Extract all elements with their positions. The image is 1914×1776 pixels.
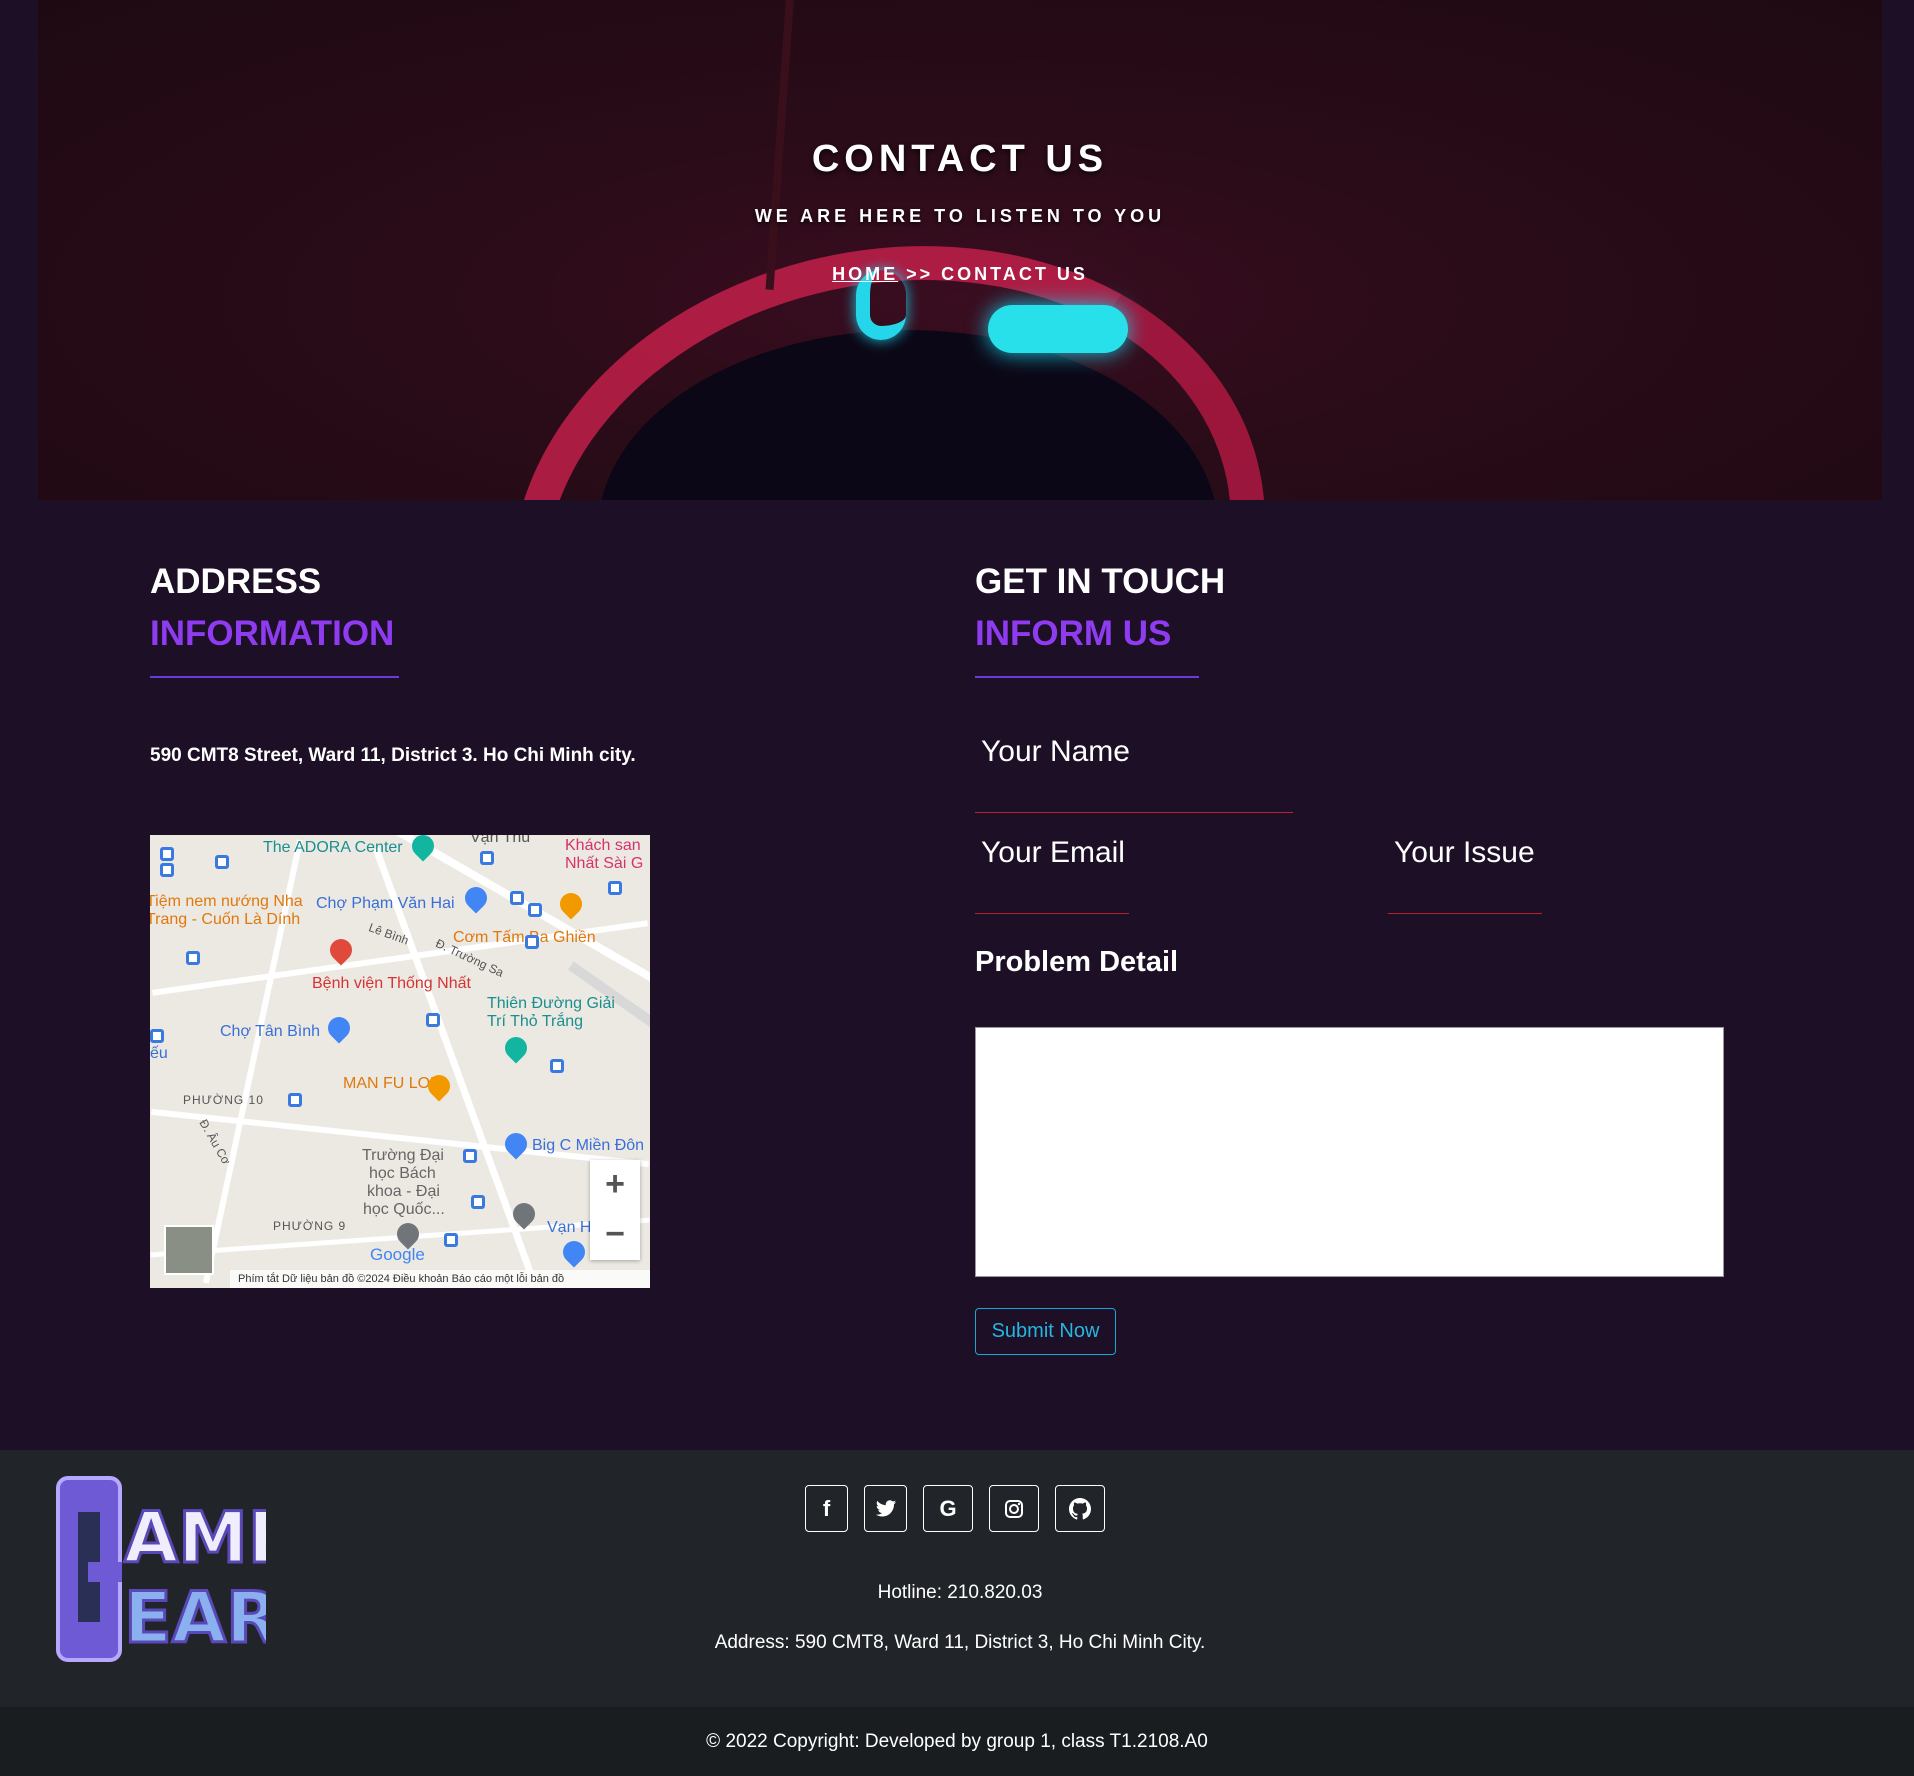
map-label: Tiệm nem nướng Nha [150, 893, 303, 910]
issue-field-underline [1388, 913, 1542, 914]
github-icon[interactable] [1055, 1485, 1105, 1532]
bus-stop-icon [150, 1029, 164, 1043]
copyright-bar: © 2022 Copyright: Developed by group 1, … [0, 1707, 1914, 1776]
contact-heading: GET IN TOUCH INFORM US [975, 556, 1225, 678]
heading-divider [975, 676, 1199, 678]
address-subtitle: INFORMATION [150, 614, 395, 653]
zoom-in-button[interactable]: + [590, 1160, 640, 1210]
bus-stop-icon [444, 1233, 458, 1247]
issue-field[interactable]: Your Issue [1388, 836, 1542, 914]
zoom-out-button[interactable]: − [590, 1210, 640, 1260]
footer-hotline: Hotline: 210.820.03 [877, 1582, 1043, 1603]
map-layer-toggle[interactable] [164, 1225, 214, 1275]
map-zoom-control: + − [590, 1160, 640, 1260]
map-label: Thiên Đường Giải [487, 995, 615, 1012]
submit-button[interactable]: Submit Now [975, 1308, 1116, 1355]
social-links: f G [805, 1485, 1105, 1532]
email-field-label: Your Email [981, 836, 1125, 869]
page-subtitle: WE ARE HERE TO LISTEN TO YOU [754, 206, 1166, 226]
bus-stop-icon [471, 1195, 485, 1209]
map-label: Bệnh viện Thống Nhất [312, 975, 471, 992]
address-title: ADDRESS [150, 562, 322, 601]
bus-stop-icon [608, 881, 622, 895]
park-pin-icon[interactable] [500, 1032, 532, 1064]
problem-detail-label: Problem Detail [975, 946, 1179, 978]
map-label: Nhất Sài G [565, 855, 644, 872]
bus-stop-icon [186, 951, 200, 965]
email-field[interactable]: Your Email [975, 836, 1129, 914]
map-label: Vạn H [547, 1219, 592, 1236]
bus-stop-icon [550, 1059, 564, 1073]
shop-pin-icon[interactable] [323, 1012, 355, 1044]
footer-address: Address: 590 CMT8, Ward 11, District 3, … [714, 1632, 1206, 1653]
map-label: Trí Thỏ Trắng [487, 1013, 584, 1030]
name-field-label: Your Name [981, 735, 1130, 768]
bus-stop-icon [510, 891, 524, 905]
svg-text:AME: AME [124, 1497, 266, 1579]
restaurant-pin-icon[interactable] [555, 888, 587, 920]
shop-pin-icon[interactable] [558, 1236, 590, 1268]
map-attribution[interactable]: Phím tắt Dữ liệu bản đồ ©2024 Điều khoản… [230, 1270, 650, 1288]
map-label: Vạn Thủ [470, 835, 531, 846]
map-label: học Bách [369, 1165, 436, 1182]
footer: AME EAR f G Hotline: 210.820.03 Address:… [0, 1450, 1914, 1707]
map-label: ếu [150, 1045, 168, 1062]
map-label: Trang - Cuốn Là Dính [150, 911, 301, 928]
google-icon[interactable]: G [923, 1485, 973, 1532]
map-label: The ADORA Center [263, 839, 403, 856]
contact-title: GET IN TOUCH [975, 562, 1226, 601]
map-label: Trường Đại [362, 1147, 444, 1164]
name-field[interactable]: Your Name [975, 735, 1293, 813]
bus-stop-icon [160, 847, 174, 861]
problem-detail-textarea[interactable] [975, 1027, 1724, 1277]
bus-stop-icon [528, 903, 542, 917]
map-label: Khách san [565, 837, 641, 854]
breadcrumb-separator: >> [898, 264, 942, 284]
page-title: CONTACT US [811, 138, 1109, 180]
map-label: Chợ Phạm Văn Hai [316, 895, 455, 912]
breadcrumb-current: CONTACT US [941, 264, 1088, 284]
map-label: Đ. Âu Cơ [196, 1116, 234, 1168]
instagram-icon[interactable] [989, 1485, 1039, 1532]
address-text: 590 CMT8 Street, Ward 11, District 3. Ho… [150, 745, 636, 766]
map-label: Chợ Tân Bình [220, 1023, 321, 1040]
issue-field-label: Your Issue [1394, 836, 1535, 869]
map-label: PHƯỜNG 10 [183, 1093, 264, 1107]
breadcrumb: HOME >> CONTACT US [38, 264, 1882, 285]
bus-stop-icon [480, 851, 494, 865]
heading-divider [150, 676, 399, 678]
bus-stop-icon [160, 863, 174, 877]
name-field-underline [975, 812, 1293, 813]
map-label: khoa - Đại [367, 1183, 440, 1200]
map-label: học Quốc... [363, 1201, 445, 1218]
bus-stop-icon [215, 855, 229, 869]
google-map[interactable]: The ADORA Center Vạn Thủ Khách san Nhất … [150, 835, 650, 1288]
google-logo: Google [370, 1245, 425, 1264]
twitter-icon[interactable] [864, 1485, 907, 1532]
map-label: PHƯỜNG 9 [273, 1219, 347, 1233]
shop-pin-icon[interactable] [500, 1128, 532, 1160]
bus-stop-icon [426, 1013, 440, 1027]
bus-stop-icon [288, 1093, 302, 1107]
email-field-underline [975, 913, 1129, 914]
contact-subtitle: INFORM US [975, 614, 1172, 653]
hero-headset-light [988, 305, 1128, 353]
breadcrumb-home-link[interactable]: HOME [832, 264, 898, 284]
address-heading: ADDRESS INFORMATION [150, 556, 399, 678]
facebook-icon[interactable]: f [805, 1485, 848, 1532]
bus-stop-icon [463, 1149, 477, 1163]
map-label: Big C Miền Đôn [532, 1137, 645, 1154]
hero-banner: CONTACT US WE ARE HERE TO LISTEN TO YOU … [38, 0, 1882, 500]
bus-stop-icon [525, 935, 539, 949]
